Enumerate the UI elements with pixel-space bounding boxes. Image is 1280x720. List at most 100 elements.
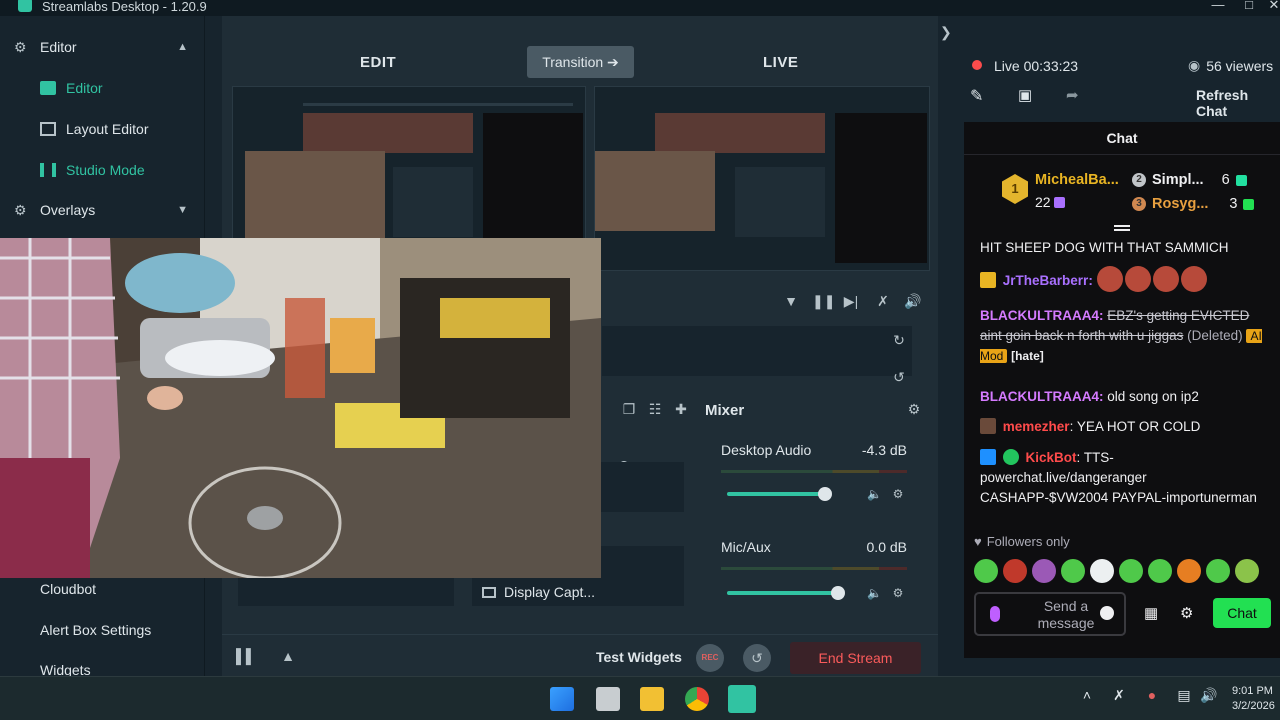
highlight-clip-icon[interactable]: ▣: [1018, 86, 1032, 104]
audio-settings-icon[interactable]: ⚙: [891, 586, 905, 600]
record-button[interactable]: REC: [696, 644, 724, 672]
sub-gift-icon: [1235, 174, 1247, 186]
bot-badge-icon: [980, 449, 996, 465]
copy-scene-icon[interactable]: ❐: [620, 400, 638, 418]
emote-icon[interactable]: [1119, 559, 1143, 583]
speaker-tray-icon[interactable]: 🔊: [1200, 687, 1218, 704]
live-uptime: 00:33:23: [1023, 58, 1079, 74]
speaker-icon[interactable]: 🔈: [867, 586, 882, 600]
file-explorer-icon[interactable]: [640, 687, 664, 711]
volume-slider-fill[interactable]: [727, 492, 825, 496]
emote-icon[interactable]: [1206, 559, 1230, 583]
windows-start-icon[interactable]: [550, 687, 574, 711]
emote-icon[interactable]: [1032, 559, 1056, 583]
replay-buffer-icon[interactable]: ↺: [743, 644, 771, 672]
scene-row[interactable]: [238, 576, 454, 606]
sidebar-item-label: Studio Mode: [66, 162, 145, 178]
speaker-icon[interactable]: 🔈: [867, 487, 882, 501]
emote-picker-icon[interactable]: [1100, 606, 1114, 620]
chat-settings-icon[interactable]: ⚙: [1180, 604, 1193, 622]
performance-icon[interactable]: ▌▌: [236, 647, 256, 665]
chat-input[interactable]: Send a message: [974, 592, 1126, 636]
system-clock[interactable]: 9:01 PM 3/2/2026: [1232, 684, 1275, 714]
audio-settings-icon[interactable]: ⚙: [891, 487, 905, 501]
transition-button[interactable]: Transition ➔: [527, 46, 634, 78]
source-item-display-capture[interactable]: Display Capt...: [482, 584, 595, 600]
volume-slider-knob[interactable]: [831, 586, 845, 600]
collapse-chevron-icon[interactable]: ❯: [940, 24, 952, 41]
emote-icon[interactable]: [1061, 559, 1085, 583]
store-icon[interactable]: ▦: [1144, 604, 1158, 622]
chat-username[interactable]: JrTheBarberr: [1003, 273, 1089, 288]
chat-username[interactable]: memezher: [1003, 419, 1070, 434]
tray-overflow-icon[interactable]: ˄: [1078, 687, 1096, 703]
layout-grid-icon: [40, 122, 56, 136]
rank-3-badge-icon: 3: [1132, 197, 1146, 211]
emote-icon[interactable]: [1235, 559, 1259, 583]
end-stream-button[interactable]: End Stream: [790, 642, 921, 674]
sidebar-item-layout-editor[interactable]: Layout Editor: [40, 114, 149, 144]
mixer-panel: Desktop Audio -4.3 dB 🔈 ⚙ Mic/Aux 0.0 dB…: [705, 432, 921, 627]
audio-meter: [721, 470, 907, 473]
mixer-settings-icon[interactable]: ⚙: [905, 400, 923, 418]
task-view-icon[interactable]: [596, 687, 620, 711]
sidebar-item-alert-box[interactable]: Alert Box Settings: [40, 622, 151, 638]
emote-icon[interactable]: [974, 559, 998, 583]
title-bar: Streamlabs Desktop - 1.20.9 — □ ✕: [0, 0, 1280, 16]
volume-slider-fill[interactable]: [727, 591, 839, 595]
audio-meter: [721, 567, 907, 570]
microphone-tray-icon[interactable]: ●: [1143, 687, 1161, 703]
rank-2-badge-icon: 2: [1132, 173, 1146, 187]
webcam-feed-image: [0, 238, 601, 578]
microphone-icon[interactable]: [990, 606, 1000, 622]
emote-icon[interactable]: [1090, 559, 1114, 583]
drag-handle-icon[interactable]: [1114, 225, 1130, 231]
streamlabs-taskbar-icon[interactable]: [728, 685, 756, 713]
nav-section-editor[interactable]: ⚙ Editor ▲: [14, 32, 194, 62]
minimize-icon[interactable]: —: [1210, 0, 1226, 14]
mute-alerts-icon[interactable]: ✗: [874, 292, 892, 310]
face-emote-icon: [1180, 266, 1207, 292]
refresh-chat-button[interactable]: Refresh Chat: [1196, 87, 1280, 119]
refresh-icon[interactable]: ↻: [890, 331, 908, 349]
leaderboard-first-name[interactable]: MichealBa...: [1035, 172, 1119, 188]
pause-icon[interactable]: ❚❚: [812, 292, 835, 310]
maximize-icon[interactable]: □: [1241, 0, 1257, 14]
source-audio-icon[interactable]: ☷: [646, 400, 664, 418]
close-icon[interactable]: ✕: [1266, 0, 1280, 14]
skip-icon[interactable]: ▶|: [842, 292, 860, 310]
viewer-count: ◉ 56 viewers: [1188, 57, 1273, 74]
sidebar-item-cloudbot[interactable]: Cloudbot: [40, 581, 96, 597]
emote-icon[interactable]: [1177, 559, 1201, 583]
add-folder-icon[interactable]: ✚: [672, 400, 690, 418]
live-preview[interactable]: [594, 86, 930, 271]
chat-message: memezher: YEA HOT OR COLD: [980, 417, 1270, 437]
refresh-icon-2[interactable]: ↺: [890, 368, 908, 386]
emote-icon[interactable]: [1003, 559, 1027, 583]
network-off-icon[interactable]: ✗: [1110, 687, 1128, 704]
chrome-icon[interactable]: [685, 687, 709, 711]
sidebar-item-editor[interactable]: Editor: [40, 73, 103, 103]
display-icon[interactable]: ▤: [1175, 687, 1193, 704]
volume-slider-knob[interactable]: [818, 487, 832, 501]
chat-username[interactable]: KickBot: [1026, 450, 1077, 465]
audio-source-name: Mic/Aux: [721, 539, 771, 555]
nav-section-overlays[interactable]: ⚙ Overlays ▼: [14, 195, 194, 225]
emote-icon[interactable]: [1148, 559, 1172, 583]
leaderboard-third[interactable]: 3 Rosyg... 3: [1132, 196, 1257, 212]
share-icon[interactable]: ➦: [1066, 86, 1079, 104]
chevron-down-icon[interactable]: ▼: [177, 204, 188, 216]
edit-stream-info-icon[interactable]: ✎: [970, 86, 983, 106]
nav-section-editor-label: Editor: [40, 39, 77, 55]
chat-username[interactable]: BLACKULTRAAA4: [980, 389, 1099, 404]
volume-icon[interactable]: 🔊: [904, 292, 922, 310]
filter-icon[interactable]: ▼: [782, 292, 800, 310]
notifications-icon[interactable]: ▲: [279, 647, 297, 665]
chevron-up-icon[interactable]: ▲: [177, 41, 188, 53]
leaderboard-second[interactable]: 2 Simpl... 6: [1132, 172, 1250, 188]
sidebar-item-studio-mode[interactable]: Studio Mode: [40, 155, 145, 185]
chat-send-button[interactable]: Chat: [1213, 598, 1271, 628]
chat-username[interactable]: BLACKULTRAAA4: [980, 308, 1099, 323]
test-widgets-button[interactable]: Test Widgets: [596, 649, 682, 665]
sidebar-item-label: Layout Editor: [66, 121, 149, 137]
